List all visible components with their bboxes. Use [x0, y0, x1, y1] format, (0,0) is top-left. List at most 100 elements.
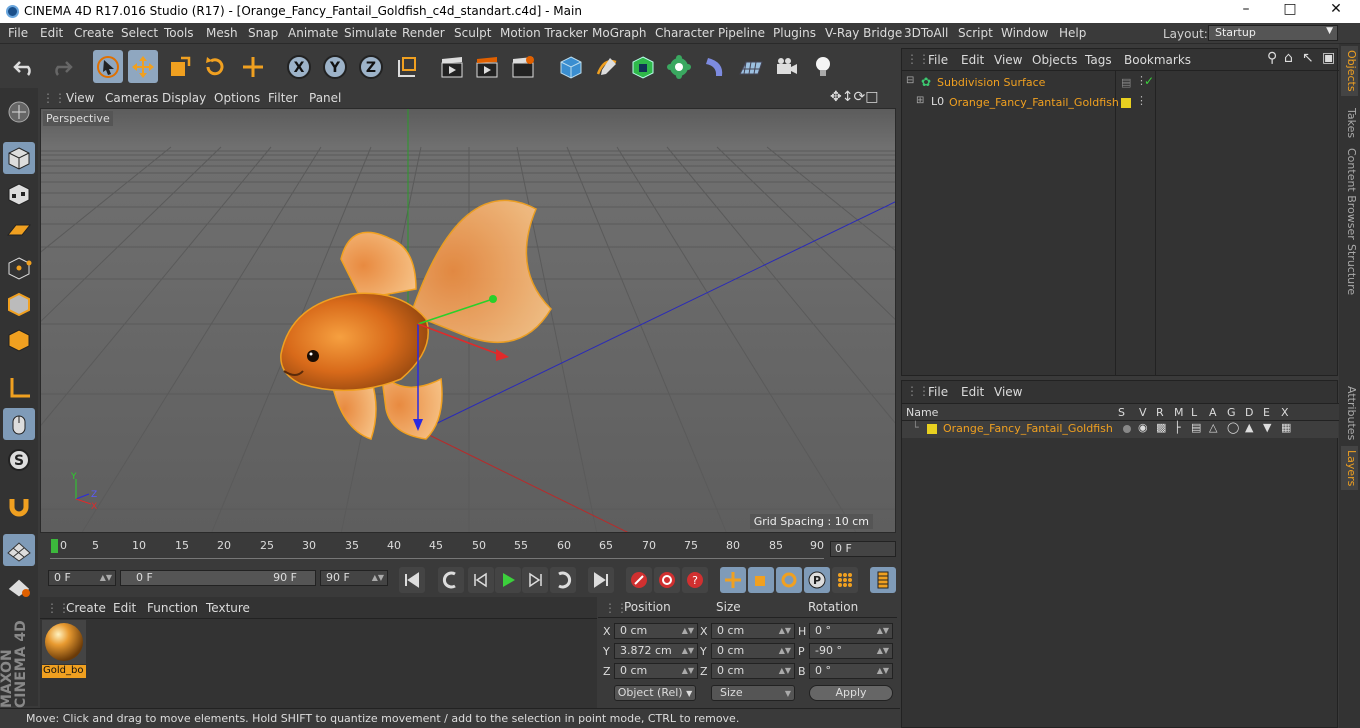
- deformer-icon[interactable]: ▲: [1245, 421, 1253, 434]
- solo-toggle-icon[interactable]: [1123, 425, 1131, 433]
- viewport-menu-view[interactable]: View: [66, 91, 94, 105]
- key-pla-button[interactable]: [832, 567, 858, 593]
- expressions-column-header[interactable]: E: [1263, 406, 1270, 419]
- make-editable-button[interactable]: [3, 96, 35, 128]
- menu-window[interactable]: Window: [1001, 26, 1048, 40]
- workplane-lock-button[interactable]: [3, 534, 35, 566]
- menu-script[interactable]: Script: [958, 26, 993, 40]
- layers-menu-file[interactable]: File: [928, 385, 948, 399]
- go-to-end-button[interactable]: [588, 567, 614, 593]
- live-selection-button[interactable]: [93, 50, 123, 83]
- menu-plugins[interactable]: Plugins: [773, 26, 816, 40]
- objects-menu-file[interactable]: File: [928, 53, 948, 67]
- objects-menu-bookmarks[interactable]: Bookmarks: [1124, 53, 1191, 67]
- expand-icon[interactable]: ⊞: [916, 95, 924, 106]
- render-clapper-icon[interactable]: ▩: [1156, 421, 1166, 434]
- record-keys-button[interactable]: [626, 567, 652, 593]
- timeline-playhead[interactable]: [51, 539, 58, 553]
- size-y-field[interactable]: 0 cm ▲▼: [711, 643, 795, 659]
- size-x-field[interactable]: 0 cm ▲▼: [711, 623, 795, 639]
- timeline-window-button[interactable]: [870, 567, 896, 593]
- render-column-header[interactable]: R: [1156, 406, 1164, 419]
- previous-frame-button[interactable]: [468, 567, 494, 593]
- material-menu-edit[interactable]: Edit: [113, 601, 136, 615]
- objects-menu-tags[interactable]: Tags: [1085, 53, 1112, 67]
- menu-simulate[interactable]: Simulate: [344, 26, 397, 40]
- y-axis-lock-button[interactable]: Y: [320, 50, 350, 83]
- workplane-mode-button[interactable]: [3, 214, 35, 246]
- xrefs-column-header[interactable]: X: [1281, 406, 1289, 419]
- menu-tools[interactable]: Tools: [164, 26, 194, 40]
- timeline[interactable]: 0 5 10 15 20 25 30 35 40 45 50 55 60 65 …: [40, 535, 897, 561]
- tab-content-browser[interactable]: Content Browser: [1341, 144, 1358, 244]
- object-name[interactable]: Subdivision Surface: [937, 76, 1045, 89]
- menu-help[interactable]: Help: [1059, 26, 1086, 40]
- xref-icon[interactable]: ▦: [1281, 421, 1291, 434]
- layout-select[interactable]: Startup ▼: [1208, 25, 1338, 41]
- current-frame-field[interactable]: 0 F: [830, 541, 896, 557]
- solo-column-header[interactable]: S: [1118, 406, 1125, 419]
- generators-column-header[interactable]: G: [1227, 406, 1236, 419]
- menu-sculpt[interactable]: Sculpt: [454, 26, 491, 40]
- viewport-menu-filter[interactable]: Filter: [268, 91, 298, 105]
- go-to-start-button[interactable]: [399, 567, 425, 593]
- menu-select[interactable]: Select: [121, 26, 158, 40]
- menu-motion-tracker[interactable]: Motion Tracker: [500, 26, 588, 40]
- light-button[interactable]: [808, 50, 838, 83]
- texture-mode-button[interactable]: [3, 178, 35, 210]
- viewport-menu-display[interactable]: Display: [162, 91, 206, 105]
- lock-column-header[interactable]: L: [1191, 406, 1197, 419]
- viewport-menu-options[interactable]: Options: [214, 91, 260, 105]
- undo-button[interactable]: [10, 50, 40, 83]
- expression-icon[interactable]: ▼: [1263, 421, 1271, 434]
- visibility-toggle-icon[interactable]: ⋮: [1136, 94, 1147, 107]
- key-scale-button[interactable]: [748, 567, 774, 593]
- collapse-icon[interactable]: ⊟: [906, 75, 914, 86]
- z-axis-lock-button[interactable]: Z: [356, 50, 386, 83]
- keyframe-selection-button[interactable]: ?: [682, 567, 708, 593]
- search-icon[interactable]: ⚲: [1267, 50, 1277, 66]
- workplane-settings-button[interactable]: [3, 570, 35, 602]
- edges-mode-button[interactable]: [3, 288, 35, 320]
- play-button[interactable]: [495, 567, 521, 593]
- material-menu-texture[interactable]: Texture: [206, 601, 250, 615]
- cloner-button[interactable]: [664, 50, 694, 83]
- menu-3dtoall[interactable]: 3DToAll: [904, 26, 948, 40]
- tab-attributes[interactable]: Attributes: [1341, 382, 1358, 444]
- rotation-h-field[interactable]: 0 ° ▲▼: [809, 623, 893, 639]
- new-window-icon[interactable]: ▣: [1322, 50, 1335, 66]
- manager-icon[interactable]: ├: [1174, 421, 1181, 434]
- size-mode-select[interactable]: Size ▼: [711, 685, 795, 701]
- subdivision-surface-button[interactable]: [628, 50, 658, 83]
- objects-menu-view[interactable]: View: [994, 53, 1022, 67]
- view-column-header[interactable]: V: [1139, 406, 1147, 419]
- viewport-nav-icons[interactable]: ✥↕⟳□: [830, 89, 878, 105]
- transform-tool-button[interactable]: [238, 50, 268, 83]
- menu-mograph[interactable]: MoGraph: [592, 26, 647, 40]
- move-tool-button[interactable]: [128, 50, 158, 83]
- x-axis-lock-button[interactable]: X: [284, 50, 314, 83]
- deformer-button[interactable]: [700, 50, 730, 83]
- deformers-column-header[interactable]: D: [1245, 406, 1253, 419]
- animation-column-header[interactable]: A: [1209, 406, 1217, 419]
- animation-icon[interactable]: △: [1209, 421, 1217, 434]
- tab-objects[interactable]: Objects: [1341, 46, 1358, 96]
- generator-icon[interactable]: ◯: [1227, 421, 1239, 434]
- scale-tool-button[interactable]: [165, 50, 195, 83]
- material-menu-function[interactable]: Function: [147, 601, 198, 615]
- layer-color-swatch[interactable]: [927, 424, 937, 434]
- viewport-menu-panel[interactable]: Panel: [309, 91, 341, 105]
- menu-render[interactable]: Render: [402, 26, 445, 40]
- size-z-field[interactable]: 0 cm ▲▼: [711, 663, 795, 679]
- home-icon[interactable]: ⌂: [1284, 50, 1293, 66]
- snap-button[interactable]: [3, 490, 35, 522]
- menu-create[interactable]: Create: [74, 26, 114, 40]
- render-picture-viewer-button[interactable]: [472, 50, 502, 83]
- key-parameter-button[interactable]: P: [804, 567, 830, 593]
- coordinate-system-button[interactable]: [393, 50, 423, 83]
- coordinate-mode-select[interactable]: Object (Rel) ▼: [614, 685, 696, 701]
- render-view-button[interactable]: [437, 50, 467, 83]
- menu-file[interactable]: File: [8, 26, 28, 40]
- tab-structure[interactable]: Structure: [1341, 240, 1358, 299]
- rotate-tool-button[interactable]: [200, 50, 230, 83]
